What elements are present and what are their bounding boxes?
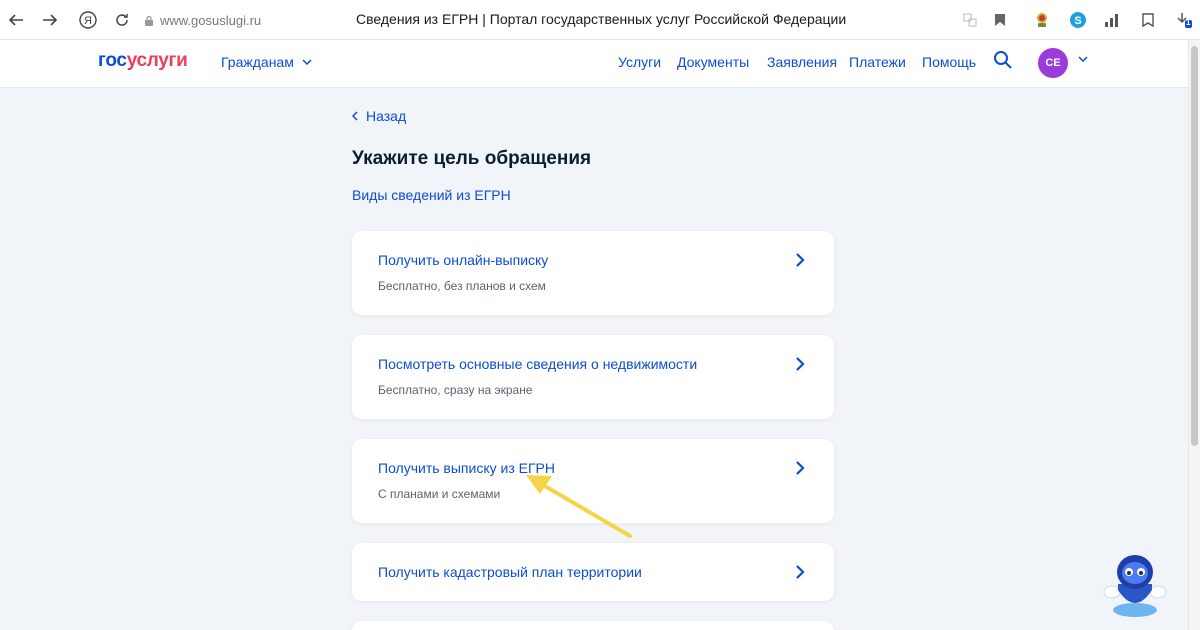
gosuslugi-logo[interactable]: госуслуги	[98, 50, 188, 72]
download-icon[interactable]: 1	[1172, 8, 1196, 32]
address-bar[interactable]: www.gosuslugi.ru	[144, 8, 261, 32]
nav-documents[interactable]: Документы	[677, 54, 749, 70]
scrollbar[interactable]	[1188, 40, 1200, 630]
back-label: Назад	[366, 108, 407, 124]
citizens-label: Гражданам	[221, 54, 294, 70]
card-title: Посмотреть основные сведения о недвижимо…	[378, 356, 698, 372]
chevron-down-icon	[302, 59, 312, 65]
stats-icon[interactable]	[1100, 8, 1124, 32]
extension-icon[interactable]	[1030, 8, 1054, 32]
assistant-robot-icon[interactable]	[1100, 550, 1170, 620]
skype-icon[interactable]: S	[1066, 8, 1090, 32]
browser-toolbar: Я www.gosuslugi.ru Сведения из ЕГРН | По…	[0, 0, 1200, 40]
card-title: Получить онлайн-выписку	[378, 252, 549, 268]
yandex-icon[interactable]: Я	[76, 8, 100, 32]
logo-part-gos: гос	[98, 50, 127, 71]
card-subtitle: С планами и схемами	[378, 487, 501, 501]
card-subtitle: Бесплатно, сразу на экране	[378, 383, 533, 397]
translate-icon[interactable]	[958, 8, 982, 32]
card-title: Получить выписку из ЕГРН	[378, 460, 555, 476]
page-title: Укажите цель обращения	[352, 148, 592, 169]
scroll-thumb[interactable]	[1191, 46, 1198, 446]
svg-text:Я: Я	[84, 15, 92, 27]
search-icon[interactable]	[993, 50, 1013, 70]
forward-arrow-icon[interactable]	[38, 8, 62, 32]
chevron-right-icon	[796, 461, 805, 475]
page-tab-title: Сведения из ЕГРН | Портал государственны…	[356, 11, 847, 27]
nav-help[interactable]: Помощь	[922, 54, 976, 70]
egrn-kinds-link[interactable]: Виды сведений из ЕГРН	[352, 187, 511, 203]
citizens-menu[interactable]: Гражданам	[221, 54, 312, 70]
nav-services[interactable]: Услуги	[618, 54, 661, 70]
nav-applications[interactable]: Заявления	[767, 54, 837, 70]
option-card-partial[interactable]	[352, 621, 834, 630]
reload-icon[interactable]	[110, 8, 134, 32]
back-link[interactable]: Назад	[352, 108, 406, 124]
option-card-basic-info[interactable]: Посмотреть основные сведения о недвижимо…	[352, 335, 834, 419]
back-arrow-icon[interactable]	[4, 8, 28, 32]
bookmark-icon[interactable]	[988, 8, 1012, 32]
lock-icon	[145, 15, 153, 26]
logo-part-uslugi: услуги	[126, 50, 188, 71]
option-card-cadastral-plan[interactable]: Получить кадастровый план территории	[352, 543, 834, 601]
collections-icon[interactable]	[1136, 8, 1160, 32]
chevron-left-icon	[352, 111, 358, 121]
chevron-right-icon	[796, 357, 805, 371]
chevron-right-icon	[796, 565, 805, 579]
chevron-down-icon[interactable]	[1078, 56, 1088, 62]
annotation-arrow-icon	[526, 475, 632, 538]
nav-payments[interactable]: Платежи	[849, 54, 906, 70]
card-subtitle: Бесплатно, без планов и схем	[378, 279, 546, 293]
svg-text:S: S	[1074, 15, 1081, 27]
option-card-online-extract[interactable]: Получить онлайн-выписку Бесплатно, без п…	[352, 231, 834, 315]
card-title: Получить кадастровый план территории	[378, 564, 642, 580]
download-badge: 1	[1186, 18, 1191, 27]
avatar[interactable]: СЕ	[1038, 48, 1068, 78]
chevron-right-icon	[796, 253, 805, 267]
site-header: госуслуги Гражданам Услуги Документы Зая…	[0, 40, 1188, 88]
url-text: www.gosuslugi.ru	[160, 12, 262, 28]
option-card-egrn-extract[interactable]: Получить выписку из ЕГРН С планами и схе…	[352, 439, 834, 523]
